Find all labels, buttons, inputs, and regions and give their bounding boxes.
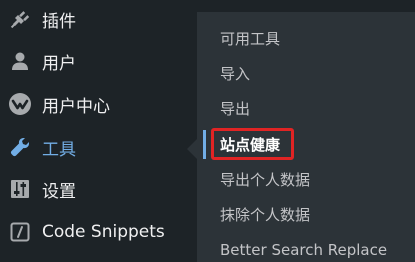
sidebar-item-label: Code Snippets xyxy=(42,222,165,242)
tools-submenu: 可用工具 导入 导出 站点健康 导出个人数据 抹除个人数据 Better Sea… xyxy=(197,12,415,262)
sidebar-item-settings[interactable]: 设置 xyxy=(0,168,197,210)
sidebar-item-user-center[interactable]: 用户中心 xyxy=(0,83,197,125)
code-snippets-icon xyxy=(8,220,32,244)
submenu-pointer-arrow xyxy=(187,139,197,159)
sidebar-item-label: 用户 xyxy=(42,53,76,74)
admin-sidebar-menu: 插件 用户 用户中心 工具 设置 Code Snippets xyxy=(0,0,197,262)
user-icon xyxy=(8,49,32,73)
sidebar-item-plugins[interactable]: 插件 xyxy=(0,0,197,40)
sidebar-item-tools[interactable]: 工具 xyxy=(0,126,197,168)
sidebar-item-label: 工具 xyxy=(42,139,76,160)
submenu-item-label: 站点健康 xyxy=(220,136,281,154)
submenu-item-site-health[interactable]: 站点健康 xyxy=(197,127,415,162)
sidebar-item-code-snippets[interactable]: Code Snippets xyxy=(0,211,197,253)
submenu-item-label: 抹除个人数据 xyxy=(220,206,311,224)
submenu-item-better-search-replace[interactable]: Better Search Replace xyxy=(197,232,415,262)
current-item-indicator xyxy=(203,130,206,159)
submenu-item-label: 导出个人数据 xyxy=(220,171,311,189)
sidebar-item-users[interactable]: 用户 xyxy=(0,40,197,82)
sidebar-item-label: 插件 xyxy=(42,11,76,32)
plugin-icon xyxy=(8,7,32,31)
submenu-item-export[interactable]: 导出 xyxy=(197,91,415,126)
wordpress-admin-menu: 插件 用户 用户中心 工具 设置 Code Snippets 可用工具 导入 导… xyxy=(0,0,415,262)
settings-sliders-icon xyxy=(8,177,32,201)
wrench-icon xyxy=(8,135,32,159)
submenu-item-available-tools[interactable]: 可用工具 xyxy=(197,21,415,56)
submenu-item-label: 导出 xyxy=(220,100,251,118)
submenu-item-label: 导入 xyxy=(220,65,251,83)
user-center-icon xyxy=(8,92,32,116)
submenu-item-export-personal-data[interactable]: 导出个人数据 xyxy=(197,162,415,197)
sidebar-item-label: 设置 xyxy=(42,181,76,202)
submenu-item-erase-personal-data[interactable]: 抹除个人数据 xyxy=(197,197,415,232)
submenu-item-label: 可用工具 xyxy=(220,30,281,48)
submenu-item-label: Better Search Replace xyxy=(220,240,388,259)
submenu-item-import[interactable]: 导入 xyxy=(197,56,415,91)
sidebar-item-label: 用户中心 xyxy=(42,96,110,117)
